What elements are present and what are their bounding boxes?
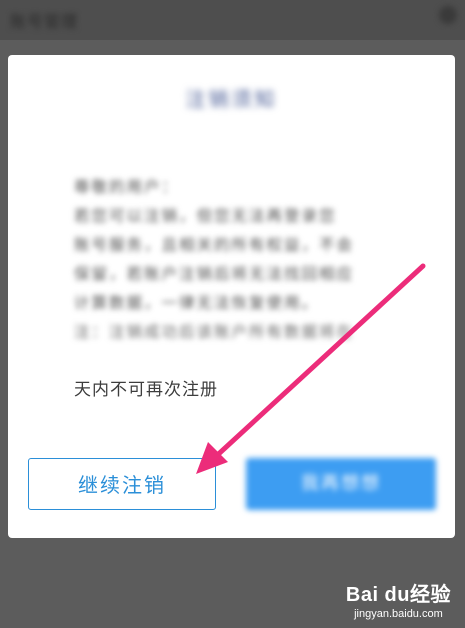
watermark-url: jingyan.baidu.com [354, 608, 443, 620]
top-bar: 账号管理 [0, 0, 465, 40]
body-line: 账号服务，且相关的所有权益，不会 [74, 236, 355, 254]
page-title: 账号管理 [10, 12, 79, 31]
body-line: 若您可以注销，但您无法再登录您 [74, 207, 337, 225]
dialog-body: 尊敬的用户： 若您可以注销，但您无法再登录您 账号服务，且相关的所有权益，不会 … [74, 173, 394, 347]
dialog-title: 注销须知 [185, 87, 278, 111]
body-line: 尊敬的用户： [74, 178, 180, 196]
baidu-watermark: Bai du经验 jingyan.baidu.com [346, 578, 451, 620]
baidu-logo: Bai du经验 [345, 584, 451, 606]
continue-logout-button[interactable]: 继续注销 [28, 458, 216, 510]
warning-text: 注：注销成功后该账户所有数据将在 [74, 323, 355, 341]
more-icon[interactable] [439, 6, 457, 24]
logout-dialog: 注销须知 尊敬的用户： 若您可以注销，但您无法再登录您 账号服务，且相关的所有权… [8, 55, 455, 538]
body-line: 保留，若账户注销后将无法找回相应 [74, 265, 355, 283]
body-line: 计算数据，一律无法恢复使用。 [74, 294, 320, 312]
cancel-button[interactable]: 我再想想 [246, 458, 436, 510]
warning-suffix: 天内不可再次注册 [74, 380, 218, 400]
